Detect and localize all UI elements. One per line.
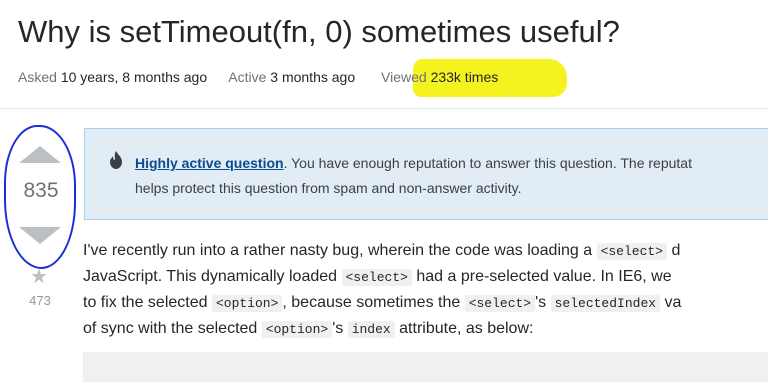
flame-icon xyxy=(110,151,122,169)
viewed-label: Viewed xyxy=(381,69,427,85)
inline-code: <select> xyxy=(596,243,667,260)
inline-code: <option> xyxy=(261,321,333,338)
inline-code: <option> xyxy=(211,295,283,312)
notice-line1-text: . You have enough reputation to answer t… xyxy=(283,155,692,171)
body-text: attribute, as below: xyxy=(394,320,534,337)
inline-code: selectedIndex xyxy=(550,295,661,312)
inline-code: index xyxy=(347,321,395,338)
body-text: 's xyxy=(535,294,551,311)
notice-text: Highly active question. You have enough … xyxy=(135,151,692,201)
inline-code: <select> xyxy=(464,295,536,312)
body-text: had a pre-selected value. In IE6, we xyxy=(411,268,672,285)
highly-active-question-link[interactable]: Highly active question xyxy=(135,155,284,171)
body-text: JavaScript. This dynamically loaded xyxy=(83,268,342,285)
question-body: I've recently run into a rather nasty bu… xyxy=(83,238,681,342)
asked-label: Asked xyxy=(18,69,57,85)
active-value[interactable]: 3 months ago xyxy=(270,69,355,85)
body-text: of sync with the selected xyxy=(83,320,262,337)
asked-value[interactable]: 10 years, 8 months ago xyxy=(61,69,207,85)
body-text: d xyxy=(667,242,681,259)
body-text: I've recently run into a rather nasty bu… xyxy=(83,242,597,259)
viewed-value: 233k times xyxy=(430,69,499,85)
favorite-star-icon[interactable]: ★ xyxy=(30,264,48,289)
active-label: Active xyxy=(228,69,267,85)
question-title[interactable]: Why is setTimeout(fn, 0) sometimes usefu… xyxy=(18,14,620,50)
active-info: Active 3 months ago xyxy=(228,69,355,85)
code-block xyxy=(83,352,768,382)
viewed-info: Viewed 233k times xyxy=(381,69,498,85)
header-divider xyxy=(0,108,768,109)
body-text: 's xyxy=(332,320,348,337)
favorite-count: 473 xyxy=(29,293,51,308)
body-text: , because sometimes the xyxy=(282,294,465,311)
question-meta: Asked 10 years, 8 months ago Active 3 mo… xyxy=(18,69,516,85)
asked-info: Asked 10 years, 8 months ago xyxy=(18,69,207,85)
inline-code: <select> xyxy=(341,269,412,286)
body-text: to fix the selected xyxy=(83,294,212,311)
body-text: va xyxy=(660,294,682,311)
notice-line2-text: helps protect this question from spam an… xyxy=(135,180,522,196)
highly-active-notice: Highly active question. You have enough … xyxy=(84,128,768,220)
annotation-circle xyxy=(4,125,76,269)
